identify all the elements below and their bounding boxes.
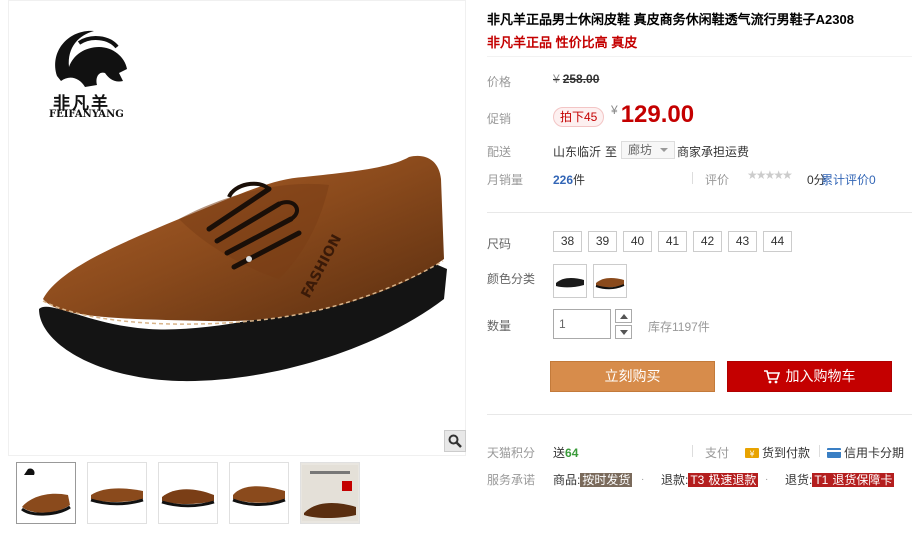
thumbnail-shoe-image xyxy=(90,488,144,506)
divider xyxy=(819,445,820,457)
separator-dot: · xyxy=(765,474,769,485)
thumbnail-shoe-image xyxy=(21,468,71,516)
pay-credit: 信用卡分期 xyxy=(827,444,904,461)
service-label: 服务承诺 xyxy=(487,473,536,487)
buy-now-button[interactable]: 立刻购买 xyxy=(550,361,715,392)
cart-icon xyxy=(763,370,780,384)
brown-shoe-swatch xyxy=(595,278,625,290)
zoom-icon xyxy=(448,434,462,448)
ship-from: 山东临沂 xyxy=(553,145,602,159)
svg-text:¥: ¥ xyxy=(749,450,754,459)
chevron-up-icon xyxy=(619,313,628,319)
size-option[interactable]: 38 xyxy=(553,231,582,252)
quantity-decrease-button[interactable] xyxy=(615,325,632,339)
payment-label: 支付 xyxy=(705,446,730,460)
size-option[interactable]: 42 xyxy=(693,231,722,252)
service-item: 退货: T1 退货保障卡 xyxy=(785,473,895,487)
product-title: 非凡羊正品男士休闲皮鞋 真皮商务休闲鞋透气流行男鞋子A2308 xyxy=(487,12,854,27)
promo-badge: 拍下45 xyxy=(553,107,605,127)
size-option[interactable]: 43 xyxy=(728,231,757,252)
product-shoe-image: FASHION xyxy=(39,155,447,382)
sales-label: 月销量 xyxy=(487,173,524,187)
color-option-black[interactable] xyxy=(553,264,587,298)
promo-label: 促销 xyxy=(487,112,512,126)
divider xyxy=(692,445,693,457)
shipping-label: 配送 xyxy=(487,145,512,159)
black-shoe-swatch xyxy=(556,278,584,288)
product-details: 非凡羊正品男士休闲皮鞋 真皮商务休闲鞋透气流行男鞋子A2308 非凡羊正品 性价… xyxy=(487,0,912,543)
destination-select[interactable]: 廊坊 xyxy=(621,141,676,159)
separator-dot: · xyxy=(641,474,645,485)
size-option[interactable]: 41 xyxy=(658,231,687,252)
quantity-increase-button[interactable] xyxy=(615,309,632,323)
thumbnail-promo-image xyxy=(302,465,358,521)
chevron-down-icon xyxy=(619,329,628,335)
product-gallery: 非凡羊 FEIFANYANG FASHION xyxy=(0,0,468,543)
shipping-note: 商家承担运费 xyxy=(677,145,750,159)
thumbnail-4[interactable] xyxy=(229,462,289,524)
divider xyxy=(487,212,912,213)
points-label: 天猫积分 xyxy=(487,446,536,460)
zoom-button[interactable] xyxy=(444,430,466,452)
price-label: 价格 xyxy=(487,75,512,89)
size-option[interactable]: 44 xyxy=(763,231,792,252)
thumbnail-list xyxy=(16,462,360,524)
points-value: 送64 xyxy=(553,446,579,460)
rating-stars: ★★★★★ xyxy=(747,168,793,182)
thumbnail-shoe-image xyxy=(232,486,286,506)
stock-count: 库存1197件 xyxy=(648,320,710,334)
pay-cod: ¥ 货到付款 xyxy=(745,444,810,461)
thumbnail-2[interactable] xyxy=(87,462,147,524)
reviews-link[interactable]: 累计评价0 xyxy=(821,171,876,188)
add-to-cart-button[interactable]: 加入购物车 xyxy=(727,361,892,392)
size-option[interactable]: 39 xyxy=(588,231,617,252)
quantity-label: 数量 xyxy=(487,319,512,333)
promo-price: ¥129.00 xyxy=(611,101,695,128)
divider xyxy=(487,414,912,415)
color-label: 颜色分类 xyxy=(487,272,536,286)
product-subtitle: 非凡羊正品 性价比高 真皮 xyxy=(487,35,638,50)
thumbnail-1[interactable] xyxy=(16,462,76,524)
monthly-sales: 226件 xyxy=(553,173,586,187)
original-price: ¥258.00 xyxy=(553,72,600,86)
rating-label: 评价 xyxy=(705,173,730,187)
color-options xyxy=(553,264,627,298)
thumbnail-shoe-image xyxy=(161,489,215,508)
credit-card-icon xyxy=(827,448,841,458)
quantity-input[interactable]: 1 xyxy=(553,309,611,339)
service-item: 退款: T3 极速退款 xyxy=(661,473,759,487)
divider xyxy=(692,172,693,184)
size-label: 尺码 xyxy=(487,237,512,251)
ship-to-label: 至 xyxy=(605,145,618,159)
size-options: 38 39 40 41 42 43 44 xyxy=(553,231,792,252)
service-item: 商品: 按时发货 xyxy=(553,473,633,487)
thumbnail-5[interactable] xyxy=(300,462,360,524)
cod-icon: ¥ xyxy=(745,448,759,459)
main-product-image[interactable]: 非凡羊 FEIFANYANG FASHION xyxy=(8,0,466,456)
color-option-brown[interactable] xyxy=(593,264,627,298)
size-option[interactable]: 40 xyxy=(623,231,652,252)
chevron-down-icon xyxy=(660,148,669,152)
brand-name-en: FEIFANYANG xyxy=(49,109,124,120)
thumbnail-3[interactable] xyxy=(158,462,218,524)
